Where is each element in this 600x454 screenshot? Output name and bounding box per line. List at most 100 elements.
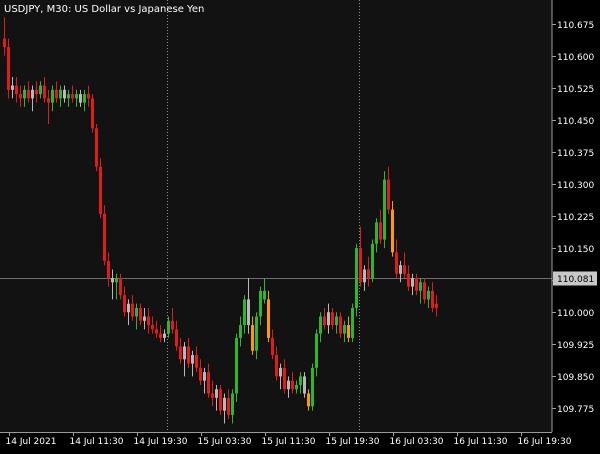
price-tick-label: 110.225 xyxy=(557,213,594,223)
candle-body xyxy=(287,380,290,390)
price-tick-label: 110.375 xyxy=(557,149,594,159)
candle-body xyxy=(167,320,170,334)
candle-body xyxy=(87,94,90,99)
candle-body xyxy=(207,372,210,394)
candle xyxy=(235,333,238,403)
current-price-box: 110.081 xyxy=(553,271,597,286)
price-tick-label: 110.450 xyxy=(557,117,594,127)
candle-body xyxy=(79,94,82,103)
candle-body xyxy=(331,312,334,326)
candle-body xyxy=(243,299,246,326)
time-tick-label: 14 Jul 11:30 xyxy=(70,437,124,447)
candle-body xyxy=(355,248,358,308)
candle-body xyxy=(307,393,310,407)
candle-body xyxy=(27,89,30,99)
candle-body xyxy=(235,337,238,394)
candle-body xyxy=(43,85,46,99)
candle-body xyxy=(131,303,134,317)
time-tick-label: 15 Jul 03:30 xyxy=(198,437,252,447)
candle-body xyxy=(91,98,94,129)
price-tick-label: 109.775 xyxy=(557,405,594,415)
candle-body xyxy=(195,355,198,368)
candle-body xyxy=(15,85,18,95)
time-tick-label: 14 Jul 19:30 xyxy=(134,437,188,447)
candle-body xyxy=(411,278,414,287)
candle-body xyxy=(75,94,78,99)
candle-body xyxy=(187,346,190,364)
candle-body xyxy=(379,222,382,240)
candle-body xyxy=(315,333,318,368)
candle-body xyxy=(395,252,398,274)
candle xyxy=(371,239,374,283)
candle-body xyxy=(107,260,110,279)
candle-body xyxy=(435,303,438,308)
candle-body xyxy=(111,278,114,283)
price-tick-label: 110.300 xyxy=(557,181,594,191)
candle-body xyxy=(31,89,34,99)
time-tick-label: 16 Jul 03:30 xyxy=(390,437,444,447)
price-tick-label: 110.525 xyxy=(557,85,594,95)
candle-body xyxy=(203,372,206,381)
candle-body xyxy=(39,85,42,95)
candle-body xyxy=(223,397,226,411)
candle xyxy=(103,205,106,266)
candle-body xyxy=(299,376,302,385)
candlestick-chart: 110.675 110.600 110.525 110.450 110.375 110.3… xyxy=(0,0,600,450)
candle-body xyxy=(263,290,266,300)
candle-body xyxy=(179,346,182,360)
candle-body xyxy=(143,316,146,321)
candle-body xyxy=(279,367,282,377)
candle-body xyxy=(11,85,14,90)
time-tick-label: 15 Jul 19:30 xyxy=(326,437,380,447)
candle-body xyxy=(147,316,150,326)
candle-body xyxy=(339,316,342,334)
candle-body xyxy=(423,282,426,300)
candle-body xyxy=(47,98,50,103)
candle-body xyxy=(363,269,366,283)
candle-body xyxy=(351,307,354,338)
candle-body xyxy=(347,325,350,338)
candle-body xyxy=(119,278,122,296)
candle-body xyxy=(191,355,194,364)
symbol-label: USDJPY xyxy=(4,4,41,15)
candle-body xyxy=(63,89,66,99)
time-tick-label: 16 Jul 11:30 xyxy=(454,437,508,447)
candle-body xyxy=(95,128,98,167)
candle-body xyxy=(427,290,430,300)
candle-body xyxy=(291,380,294,390)
time-tick-label: 16 Jul 19:30 xyxy=(518,437,572,447)
candle-body xyxy=(123,295,126,313)
candle-body xyxy=(103,213,106,261)
candle xyxy=(99,158,102,219)
candle-body xyxy=(199,367,202,381)
candle-body xyxy=(23,89,26,99)
candle-body xyxy=(99,166,102,214)
candle-body xyxy=(7,47,10,90)
candle-body xyxy=(159,333,162,338)
candle xyxy=(311,363,314,411)
candle xyxy=(383,171,386,249)
time-tick-label: 15 Jul 11:30 xyxy=(262,437,316,447)
candle-body xyxy=(115,278,118,283)
candle-body xyxy=(151,325,154,330)
candle-body xyxy=(215,389,218,398)
candle-body xyxy=(267,299,270,338)
candle-body xyxy=(171,320,174,330)
candle-body xyxy=(251,325,254,351)
candle xyxy=(219,384,222,415)
candle-body xyxy=(419,282,422,291)
timeframe-label: M30 xyxy=(47,4,68,15)
candle-body xyxy=(51,89,54,103)
candle-body xyxy=(127,303,130,313)
price-tick-label: 110.600 xyxy=(557,53,594,63)
candle-body xyxy=(255,316,258,351)
candle-body xyxy=(359,248,362,283)
candle-body xyxy=(275,355,278,377)
price-tick-label: 109.925 xyxy=(557,341,594,351)
candle-body xyxy=(259,290,262,317)
candle xyxy=(351,303,354,343)
candle-body xyxy=(431,290,434,308)
candle-body xyxy=(311,367,314,407)
candle-body xyxy=(415,278,418,291)
candle-body xyxy=(387,179,390,210)
